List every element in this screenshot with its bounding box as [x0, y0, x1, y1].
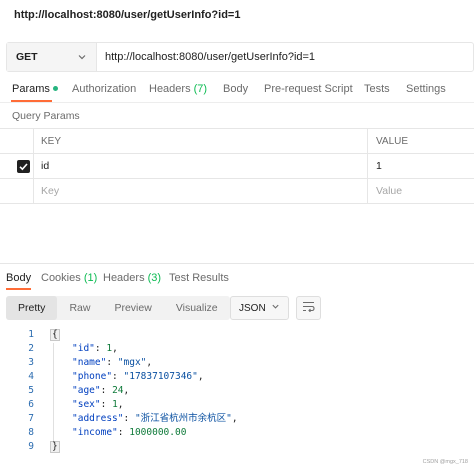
code-line: 7 "address": "浙江省杭州市余杭区",	[0, 412, 474, 426]
response-body-editor[interactable]: 1{ 2 "id": 1, 3 "name": "mgx", 4 "phone": "…	[0, 328, 474, 454]
code-line: 3 "name": "mgx",	[0, 356, 474, 370]
tab-tests[interactable]: Tests	[364, 83, 390, 95]
response-tab-headers[interactable]: Headers (3)	[103, 272, 161, 284]
line-number: 5	[28, 385, 34, 396]
table-header-row: KEY VALUE	[0, 129, 474, 154]
response-tab-body[interactable]: Body	[6, 272, 31, 284]
response-active-tab-indicator	[6, 288, 31, 290]
table-row: id 1	[0, 154, 474, 179]
wrap-lines-icon	[302, 301, 315, 315]
json-value: 1000000.00	[129, 427, 187, 438]
new-value-input[interactable]: Value	[368, 179, 474, 203]
view-raw-button[interactable]: Raw	[57, 296, 102, 320]
response-tab-cookies[interactable]: Cookies (1)	[41, 272, 97, 284]
format-label: JSON	[239, 302, 266, 314]
param-key-cell[interactable]: id	[34, 154, 368, 178]
watermark: CSDN @mgx_718	[422, 459, 468, 465]
method-label: GET	[16, 51, 38, 63]
line-number: 6	[28, 399, 34, 410]
json-key: "sex"	[72, 399, 101, 410]
response-tab-test-results[interactable]: Test Results	[169, 272, 229, 284]
code-line: 1{	[0, 328, 474, 342]
response-tabs: Body Cookies (1) Headers (3) Test Result…	[0, 270, 474, 292]
line-number: 3	[28, 357, 34, 368]
request-tabs: Params Authorization Headers (7) Body Pr…	[0, 80, 474, 102]
tab-settings[interactable]: Settings	[406, 83, 446, 95]
line-number: 1	[28, 329, 34, 340]
tab-body[interactable]: Body	[223, 83, 248, 95]
line-number: 2	[28, 343, 34, 354]
json-value: "浙江省杭州市余杭区"	[134, 413, 232, 424]
tab-authorization[interactable]: Authorization	[72, 83, 136, 95]
window-title: http://localhost:8080/user/getUserInfo?i…	[14, 9, 241, 21]
json-value: "17837107346"	[123, 371, 198, 382]
code-line: 2 "id": 1,	[0, 342, 474, 356]
format-select[interactable]: JSON	[230, 296, 289, 320]
json-value: 24	[112, 385, 124, 396]
headers-count: (7)	[193, 83, 208, 95]
method-select[interactable]: GET	[7, 43, 97, 71]
table-row-new: Key Value	[0, 179, 474, 204]
line-number: 9	[28, 441, 34, 452]
close-brace: }	[50, 441, 60, 453]
url-input[interactable]: http://localhost:8080/user/getUserInfo?i…	[97, 43, 473, 71]
open-brace: {	[50, 329, 60, 341]
view-preview-button[interactable]: Preview	[102, 296, 163, 320]
tab-prerequest-script[interactable]: Pre-request Script	[264, 83, 353, 95]
query-params-label: Query Params	[12, 110, 80, 122]
json-key: "address"	[72, 413, 124, 424]
code-line: 8 "income": 1000000.00	[0, 426, 474, 440]
column-header-key: KEY	[34, 129, 368, 153]
json-key: "income"	[72, 427, 118, 438]
json-key: "name"	[72, 357, 107, 368]
request-url-bar: GET http://localhost:8080/user/getUserIn…	[6, 42, 474, 72]
params-active-dot	[52, 85, 58, 91]
query-params-table: KEY VALUE id 1 Key Value	[0, 128, 474, 204]
chevron-down-icon	[271, 302, 280, 314]
view-pretty-button[interactable]: Pretty	[6, 296, 58, 320]
json-key: "age"	[72, 385, 101, 396]
response-divider	[0, 263, 474, 264]
json-key: "id"	[72, 343, 95, 354]
new-key-input[interactable]: Key	[34, 179, 368, 203]
tab-params[interactable]: Params	[12, 83, 58, 95]
response-headers-count: (3)	[147, 272, 162, 284]
code-line: 6 "sex": 1,	[0, 398, 474, 412]
line-number: 4	[28, 371, 34, 382]
wrap-lines-button[interactable]	[296, 296, 321, 320]
view-mode-switcher: Pretty Raw Preview Visualize	[6, 296, 230, 320]
tab-headers[interactable]: Headers (7)	[149, 83, 207, 95]
line-number: 8	[28, 427, 34, 438]
chevron-down-icon	[77, 52, 87, 62]
line-number: 7	[28, 413, 34, 424]
json-value: "mgx"	[117, 357, 147, 368]
cookies-count: (1)	[83, 272, 98, 284]
code-line: 4 "phone": "17837107346",	[0, 370, 474, 384]
tabs-divider	[0, 102, 474, 103]
column-header-value: VALUE	[376, 135, 409, 147]
json-key: "phone"	[72, 371, 113, 382]
code-line: 9}	[0, 440, 474, 454]
param-enabled-checkbox[interactable]	[17, 160, 30, 173]
param-value-cell[interactable]: 1	[368, 154, 474, 178]
view-visualize-button[interactable]: Visualize	[164, 296, 230, 320]
code-line: 5 "age": 24,	[0, 384, 474, 398]
